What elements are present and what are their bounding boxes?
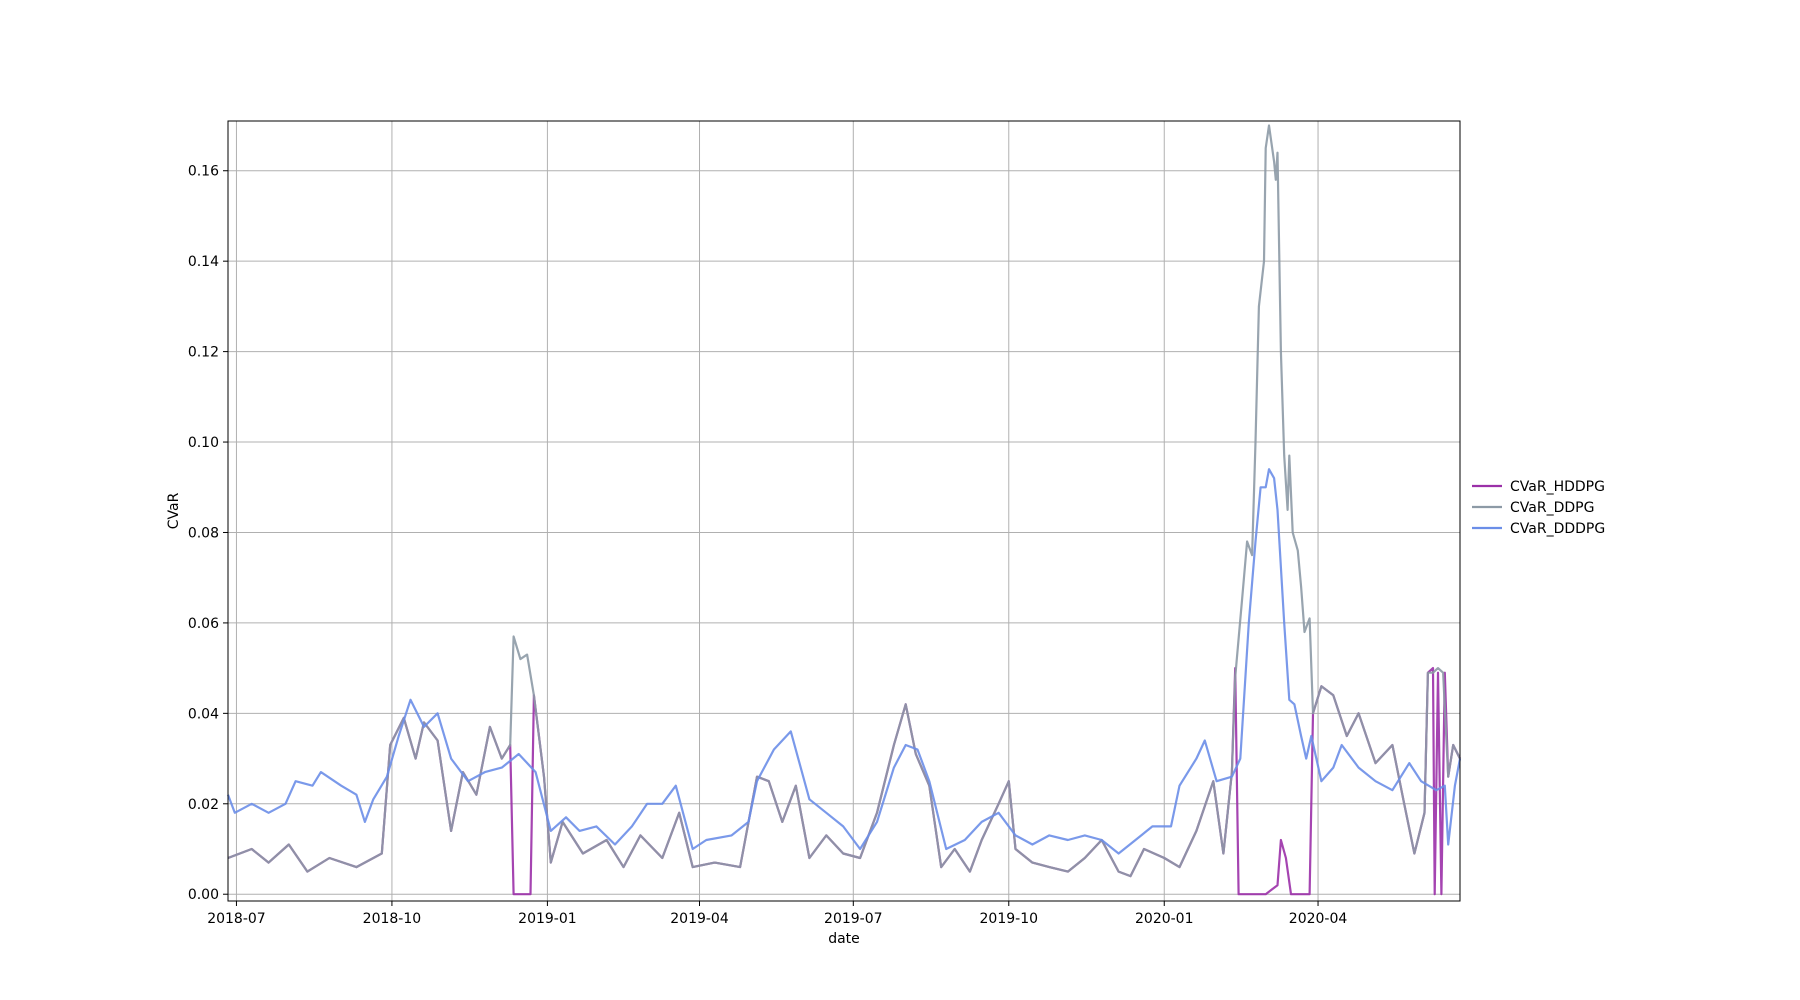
- y-tick-label: 0.10: [188, 435, 219, 451]
- x-tick-label: 2019-04: [670, 911, 729, 927]
- x-tick-label: 2018-10: [363, 911, 422, 927]
- x-axis: 2018-07 2018-10 2019-01 2019-04 2019-07 2019-…: [207, 901, 1347, 927]
- legend-label: CVaR_DDPG: [1510, 500, 1594, 516]
- x-axis-label: date: [828, 931, 860, 947]
- y-tick-label: 0.02: [188, 797, 219, 813]
- y-axis-label: CVaR: [166, 492, 182, 529]
- y-axis: 0.00 0.02 0.04 0.06 0.08 0.10 0.12 0.14 0.16: [188, 164, 228, 903]
- y-tick-label: 0.14: [188, 254, 219, 270]
- y-tick-label: 0.04: [188, 706, 219, 722]
- x-tick-label: 2020-04: [1289, 911, 1348, 927]
- y-tick-label: 0.00: [188, 887, 219, 903]
- x-tick-label: 2019-01: [518, 911, 577, 927]
- legend-label: CVaR_HDDPG: [1510, 479, 1605, 495]
- y-tick-label: 0.16: [188, 164, 219, 180]
- y-tick-label: 0.12: [188, 345, 219, 361]
- x-tick-label: 2020-01: [1135, 911, 1194, 927]
- y-tick-label: 0.06: [188, 616, 219, 632]
- plot-area: [226, 120, 1462, 902]
- plot-background: [228, 121, 1460, 901]
- x-tick-label: 2018-07: [207, 911, 266, 927]
- x-tick-label: 2019-10: [980, 911, 1039, 927]
- legend-label: CVaR_DDDPG: [1510, 521, 1605, 537]
- y-tick-label: 0.08: [188, 525, 219, 541]
- legend: CVaR_HDDPG CVaR_DDPG CVaR_DDDPG: [1472, 479, 1605, 537]
- x-tick-label: 2019-07: [824, 911, 883, 927]
- cvar-line-chart: 2018-07 2018-10 2019-01 2019-04 2019-07 2019-…: [166, 120, 1605, 947]
